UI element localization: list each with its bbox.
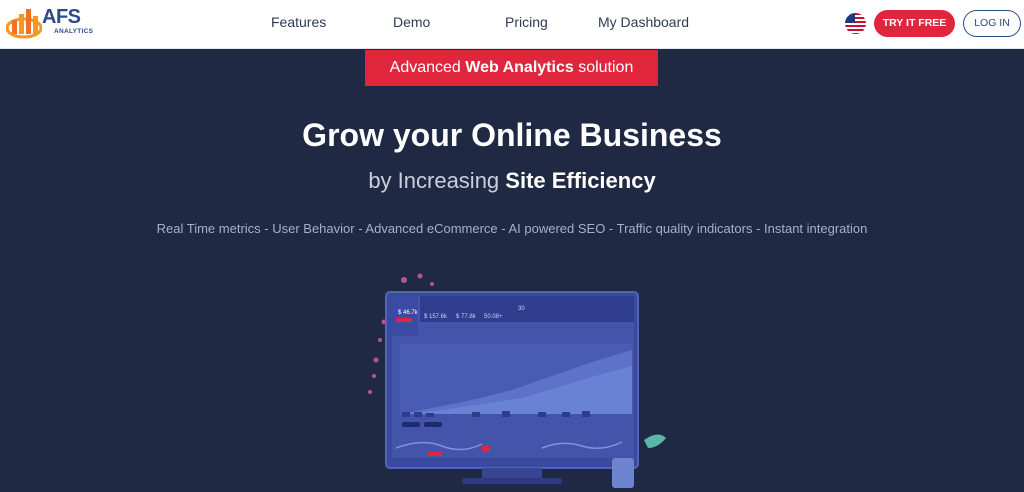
login-button[interactable]: LOG IN bbox=[963, 10, 1021, 37]
svg-text:$ 77.8k: $ 77.8k bbox=[456, 314, 477, 320]
svg-text:$ 157.6k: $ 157.6k bbox=[424, 314, 448, 320]
hero-headline: Grow your Online Business bbox=[302, 117, 722, 153]
nav-my-dashboard[interactable]: My Dashboard bbox=[598, 14, 689, 30]
banner-suffix: solution bbox=[578, 59, 634, 76]
logo-text: AFS bbox=[42, 6, 81, 28]
svg-text:30: 30 bbox=[518, 306, 525, 312]
banner-prefix: Advanced bbox=[389, 59, 461, 76]
hero-banner: Advanced Web Analytics solution bbox=[365, 50, 658, 86]
svg-text:50.08+: 50.08+ bbox=[484, 314, 503, 320]
hero-subheadline: by Increasing Site Efficiency bbox=[0, 168, 1024, 194]
nav-features[interactable]: Features bbox=[271, 14, 326, 30]
subheadline-bold: Site Efficiency bbox=[505, 168, 656, 193]
top-navbar: AFS ANALYTICS Features Demo Pricing My D… bbox=[0, 0, 1024, 49]
logo-subtext: ANALYTICS bbox=[54, 28, 94, 35]
try-it-free-button[interactable]: TRY IT FREE bbox=[874, 10, 955, 37]
logo-bars-icon bbox=[5, 9, 43, 39]
svg-text:$ 46.7k: $ 46.7k bbox=[398, 310, 419, 316]
banner-bold: Web Analytics bbox=[465, 59, 574, 76]
nav-demo[interactable]: Demo bbox=[393, 14, 430, 30]
dashboard-illustration: $ 46.7k $ 157.6k $ 77.8k 50.08+ 30 bbox=[368, 273, 666, 488]
hero-features: Real Time metrics - User Behavior - Adva… bbox=[156, 221, 868, 236]
us-flag-icon[interactable] bbox=[845, 13, 866, 34]
afs-analytics-logo[interactable]: AFS ANALYTICS bbox=[5, 4, 94, 42]
subheadline-prefix: by Increasing bbox=[368, 168, 500, 193]
nav-pricing[interactable]: Pricing bbox=[505, 14, 548, 30]
